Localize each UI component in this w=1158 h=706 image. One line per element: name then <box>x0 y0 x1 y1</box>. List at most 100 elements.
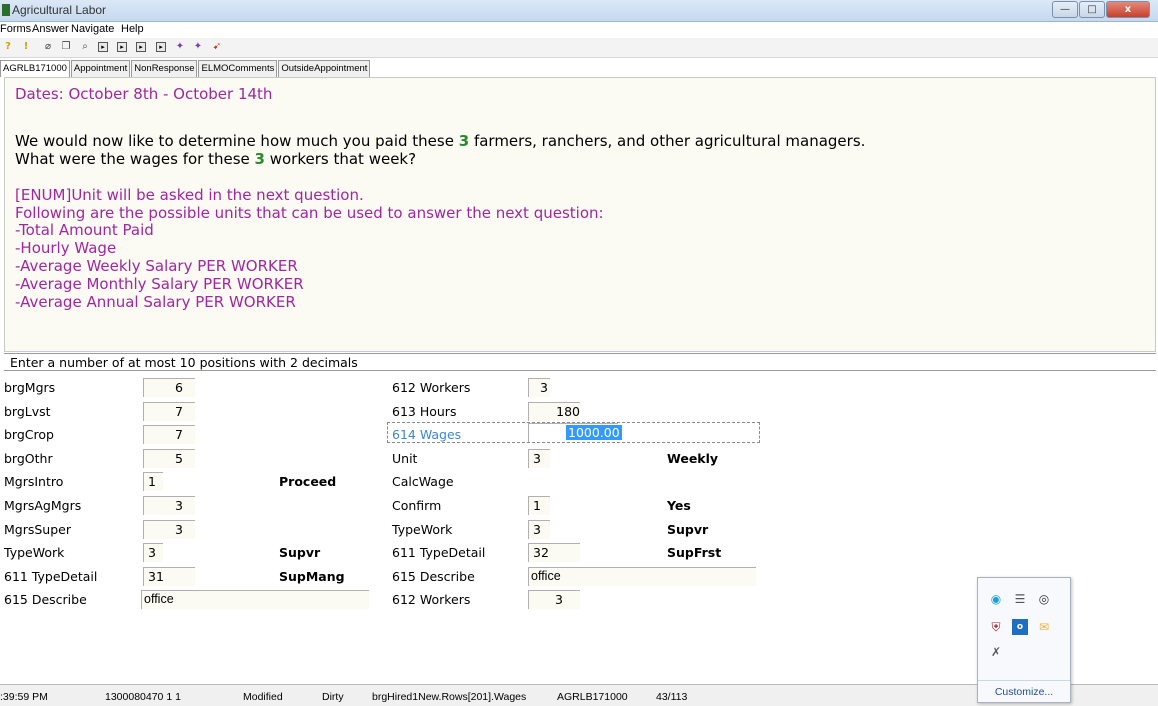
field-label: 615 Describe <box>392 569 475 584</box>
outlook-icon[interactable]: o <box>1012 619 1028 635</box>
tab-nonresponse[interactable]: NonResponse <box>131 60 198 77</box>
question-panel: Dates: October 8th - October 14th We wou… <box>4 77 1156 352</box>
unit-option: -Average Weekly Salary PER WORKER <box>15 257 298 275</box>
field-label: 613 Hours <box>392 404 457 419</box>
units-intro: Following are the possible units that ca… <box>15 204 604 222</box>
field-value[interactable]: office <box>528 567 756 586</box>
tab-outsideappointment[interactable]: OutsideAppointment <box>278 60 371 77</box>
field-label: MgrsIntro <box>4 474 64 489</box>
status-dirty: Dirty <box>322 691 344 703</box>
field-label: brgLvst <box>4 404 51 419</box>
window-titlebar: Agricultural Labor — □ x <box>0 0 1158 22</box>
tab-appointment[interactable]: Appointment <box>70 60 131 77</box>
clip-icon[interactable]: ⌀ <box>42 41 54 53</box>
nav4-icon[interactable]: ▸ <box>156 42 166 52</box>
menu-answer[interactable]: Answer <box>32 23 69 35</box>
unit-option: -Total Amount Paid <box>15 221 154 239</box>
tool2-icon[interactable]: ✦ <box>192 41 204 53</box>
tool1-icon[interactable]: ✦ <box>174 41 186 53</box>
skype-icon[interactable]: ◉ <box>988 591 1004 607</box>
question-line-1-pre: We would now like to determine how much … <box>15 132 459 150</box>
field-value[interactable]: 3 <box>528 378 550 397</box>
answer-text: SupMang <box>279 569 345 584</box>
field-label: 612 Workers <box>392 592 471 607</box>
status-case-id: 1300080470 1 1 <box>105 691 181 703</box>
field-value[interactable]: 3 <box>528 449 550 468</box>
answer-text: Yes <box>667 498 691 513</box>
answer-text: Proceed <box>279 474 337 489</box>
field-value[interactable]: 1 <box>528 496 550 515</box>
field-label: brgOthr <box>4 451 53 466</box>
question-dates: Dates: October 8th - October 14th <box>15 85 273 103</box>
app-icon <box>2 4 10 16</box>
answer-text: SupFrst <box>667 545 722 560</box>
question-line-2-pre: What were the wages for these <box>15 150 255 168</box>
info-icon[interactable]: ! <box>20 41 32 53</box>
tool3-icon[interactable]: ➹ <box>211 41 223 53</box>
network-icon[interactable]: ✗ <box>988 644 1004 660</box>
field-label: 611 TypeDetail <box>392 545 486 560</box>
field-value[interactable]: 5 <box>143 449 195 468</box>
customize-link[interactable]: Customize... <box>978 680 1070 702</box>
field-label: MgrsSuper <box>4 522 71 537</box>
field-label: TypeWork <box>392 522 453 537</box>
unit-option: -Average Annual Salary PER WORKER <box>15 293 296 311</box>
field-value[interactable]: 6 <box>143 378 195 397</box>
menu-navigate[interactable]: Navigate <box>71 23 114 35</box>
wages-selected-value[interactable]: 1000.00 <box>566 425 622 440</box>
field-label: Confirm <box>392 498 442 513</box>
toolbar: ? ! ⌀ ❐ ⌕ ▸ ▸ ▸ ▸ ✦ ✦ ➹ <box>0 38 1158 58</box>
window-title: Agricultural Labor <box>12 3 107 17</box>
field-value[interactable]: 3 <box>143 543 163 562</box>
question-line-1-post: farmers, ranchers, and other agricultura… <box>469 132 866 150</box>
field-label: Unit <box>392 451 418 466</box>
status-page: 43/113 <box>656 691 688 703</box>
answer-text: Supvr <box>667 522 709 537</box>
maximize-button[interactable]: □ <box>1079 1 1105 18</box>
status-modified: Modified <box>243 691 283 703</box>
help-icon[interactable]: ? <box>2 41 14 53</box>
window-controls: — □ x <box>1052 1 1150 18</box>
status-instrument: AGRLB171000 <box>557 691 628 703</box>
field-value[interactable]: 32 <box>528 543 580 562</box>
field-value[interactable]: 3 <box>143 520 195 539</box>
field-label: TypeWork <box>4 545 65 560</box>
menu-help[interactable]: Help <box>121 23 144 35</box>
minimize-button[interactable]: — <box>1052 1 1078 18</box>
form-tabs: AGRLB171000 Appointment NonResponse ELMO… <box>0 60 371 77</box>
find-icon[interactable]: ⌕ <box>79 41 91 53</box>
mail-icon[interactable]: ✉ <box>1036 619 1052 635</box>
field-value[interactable]: 3 <box>143 496 195 515</box>
shield-icon[interactable]: ⛨ <box>988 619 1004 635</box>
field-label: 612 Workers <box>392 380 471 395</box>
field-label: 611 TypeDetail <box>4 569 98 584</box>
status-field-path: brgHired1New.Rows[201].Wages <box>372 691 527 703</box>
copy-icon[interactable]: ❐ <box>60 41 72 53</box>
field-value[interactable]: 3 <box>528 520 550 539</box>
sync-icon[interactable]: ◎ <box>1036 591 1052 607</box>
field-label: CalcWage <box>392 474 454 489</box>
field-value[interactable]: 180 <box>528 402 580 421</box>
menu-bar: Forms Answer Navigate Help <box>0 22 1158 38</box>
field-value[interactable]: 7 <box>143 402 195 421</box>
question-count: 3 <box>458 132 470 150</box>
close-button[interactable]: x <box>1106 1 1150 18</box>
status-time: :39:59 PM <box>0 691 48 703</box>
unit-option: -Hourly Wage <box>15 239 117 257</box>
question-count: 3 <box>254 150 265 168</box>
question-line-1: We would now like to determine how much … <box>15 132 866 151</box>
field-value[interactable]: 1 <box>143 472 163 491</box>
question-line-2-post: workers that week? <box>264 150 417 168</box>
field-hint: Enter a number of at most 10 positions w… <box>4 353 1156 371</box>
menu-forms[interactable]: Forms <box>0 23 31 35</box>
field-value[interactable]: 3 <box>528 590 580 609</box>
server-icon[interactable]: ☰ <box>1012 591 1028 607</box>
field-value[interactable]: 31 <box>143 567 195 586</box>
tab-agrlb171000[interactable]: AGRLB171000 <box>0 60 70 77</box>
field-value[interactable]: 7 <box>143 425 195 444</box>
nav1-icon[interactable]: ▸ <box>98 42 108 52</box>
field-value[interactable]: office <box>141 590 369 609</box>
nav3-icon[interactable]: ▸ <box>136 42 146 52</box>
nav2-icon[interactable]: ▸ <box>117 42 127 52</box>
tab-elmocomments[interactable]: ELMOComments <box>198 60 278 77</box>
